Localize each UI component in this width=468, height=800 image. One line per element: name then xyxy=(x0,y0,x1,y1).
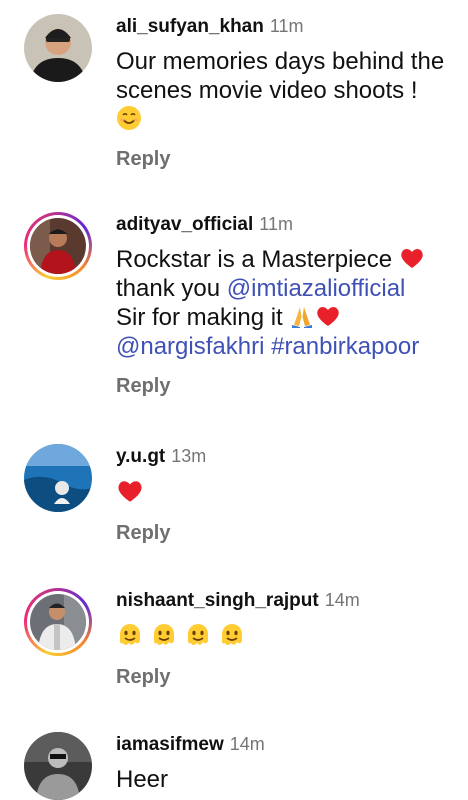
mention-link[interactable]: @nargisfakhri xyxy=(116,333,264,360)
avatar[interactable] xyxy=(24,444,92,512)
timestamp: 13m xyxy=(171,446,207,466)
avatar[interactable] xyxy=(24,732,92,800)
comment-meta: nishaant_singh_rajput 14m xyxy=(116,588,460,613)
comment-text: Our memories days behind the scenes movi… xyxy=(116,47,460,134)
comment-text-content: Heer xyxy=(116,766,169,793)
username[interactable]: nishaant_singh_rajput xyxy=(116,590,319,611)
comment-text xyxy=(116,477,460,508)
username[interactable]: adityav_official xyxy=(116,214,253,235)
reply-button[interactable]: Reply xyxy=(116,375,170,398)
comment-text: Rockstar is a Masterpiece thank you @imt… xyxy=(116,245,460,361)
avatar-image xyxy=(30,218,86,274)
username[interactable]: iamasifmew xyxy=(116,734,224,755)
timestamp: 11m xyxy=(269,16,304,36)
red-heart-emoji xyxy=(116,477,144,505)
comment-meta: iamasifmew 14m xyxy=(116,732,460,757)
reply-button[interactable]: Reply xyxy=(116,522,170,545)
comment-text: Heer xyxy=(116,765,460,794)
timestamp: 14m xyxy=(229,734,265,754)
timestamp: 11m xyxy=(259,214,293,234)
comment-text-part: thank you xyxy=(116,275,221,302)
melting-face-emoji xyxy=(218,621,246,649)
avatar-image xyxy=(24,732,92,800)
username[interactable]: ali_sufyan_khan xyxy=(116,16,264,37)
hashtag-link[interactable]: #ranbirkapoor xyxy=(271,333,419,360)
reply-button[interactable]: Reply xyxy=(116,148,170,171)
red-heart-emoji xyxy=(315,303,341,329)
red-heart-emoji xyxy=(399,245,425,271)
avatar-image xyxy=(24,14,92,82)
melting-face-emoji xyxy=(184,621,212,649)
mention-link[interactable]: @imtiazaliofficial xyxy=(227,275,406,302)
melting-face-emoji xyxy=(150,621,178,649)
melting-face-emoji xyxy=(116,621,144,649)
timestamp: 14m xyxy=(324,590,360,610)
avatar[interactable] xyxy=(24,14,92,82)
avatar-image xyxy=(24,444,92,512)
avatar[interactable] xyxy=(24,212,92,280)
folded-hands-emoji xyxy=(289,303,315,329)
comment-text xyxy=(116,621,460,652)
comment-text-content: Our memories days behind the scenes movi… xyxy=(116,48,445,104)
smiling-face-emoji xyxy=(116,105,142,131)
comment-text-part: Rockstar is a Masterpiece xyxy=(116,246,393,273)
avatar-image xyxy=(30,594,86,650)
username[interactable]: y.u.gt xyxy=(116,446,165,467)
comment-meta: y.u.gt 13m xyxy=(116,444,460,469)
reply-button[interactable]: Reply xyxy=(116,666,170,689)
comment-text-part: Sir for making it xyxy=(116,304,283,331)
comment-meta: adityav_official 11m xyxy=(116,212,460,237)
comment-meta: ali_sufyan_khan 11m xyxy=(116,14,460,39)
avatar[interactable] xyxy=(24,588,92,656)
